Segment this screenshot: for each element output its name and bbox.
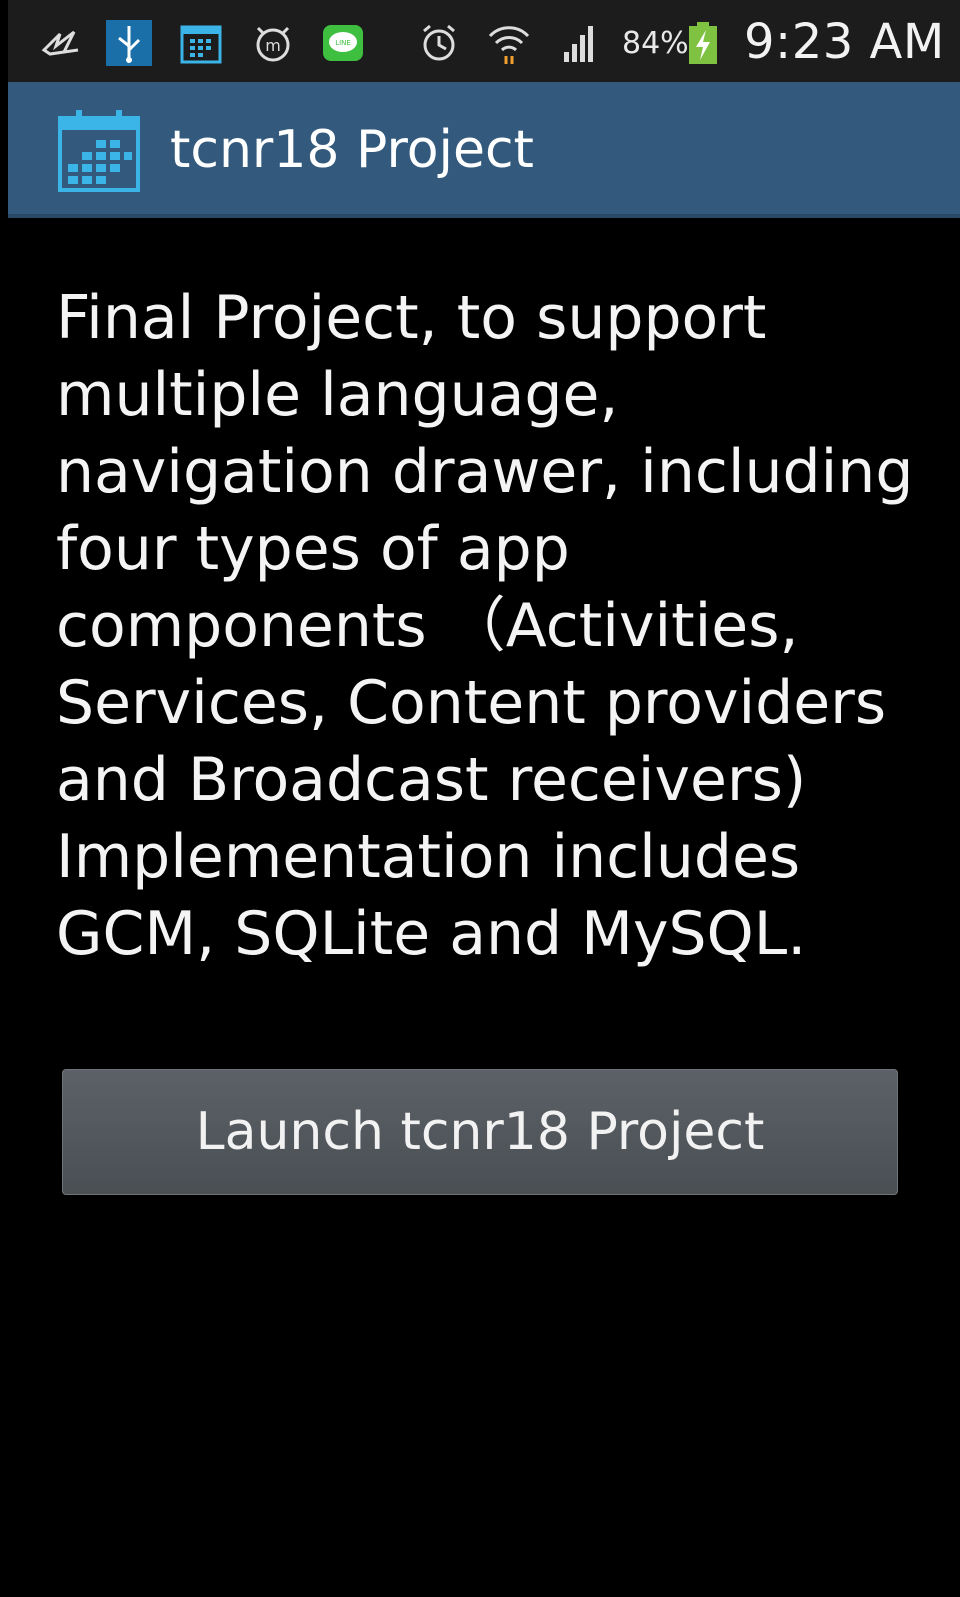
- line-app-icon: LINE: [320, 20, 366, 66]
- alarm-icon: [416, 20, 462, 66]
- action-bar: tcnr18 Project: [8, 82, 960, 218]
- battery-percent: 84%: [622, 26, 689, 61]
- svg-text:m: m: [265, 36, 281, 55]
- battery-charging-icon: [686, 20, 720, 66]
- calendar-icon[interactable]: [56, 108, 142, 194]
- usb-icon: [106, 20, 152, 66]
- status-bar: m LINE 84% 9:23 AM: [8, 0, 960, 82]
- app-title: tcnr18 Project: [170, 120, 534, 180]
- svg-text:LINE: LINE: [335, 39, 351, 47]
- sparrow-icon: [38, 20, 84, 66]
- status-time: 9:23 AM: [744, 14, 945, 70]
- mcdonalds-icon: m: [250, 20, 296, 66]
- launch-project-button[interactable]: Launch tcnr18 Project: [62, 1069, 898, 1195]
- launch-button-label: Launch tcnr18 Project: [195, 1102, 765, 1162]
- calendar-icon: [178, 20, 224, 66]
- signal-icon: [556, 20, 602, 66]
- project-description: Final Project, to support multiple langu…: [56, 283, 914, 969]
- wifi-icon: [486, 20, 532, 66]
